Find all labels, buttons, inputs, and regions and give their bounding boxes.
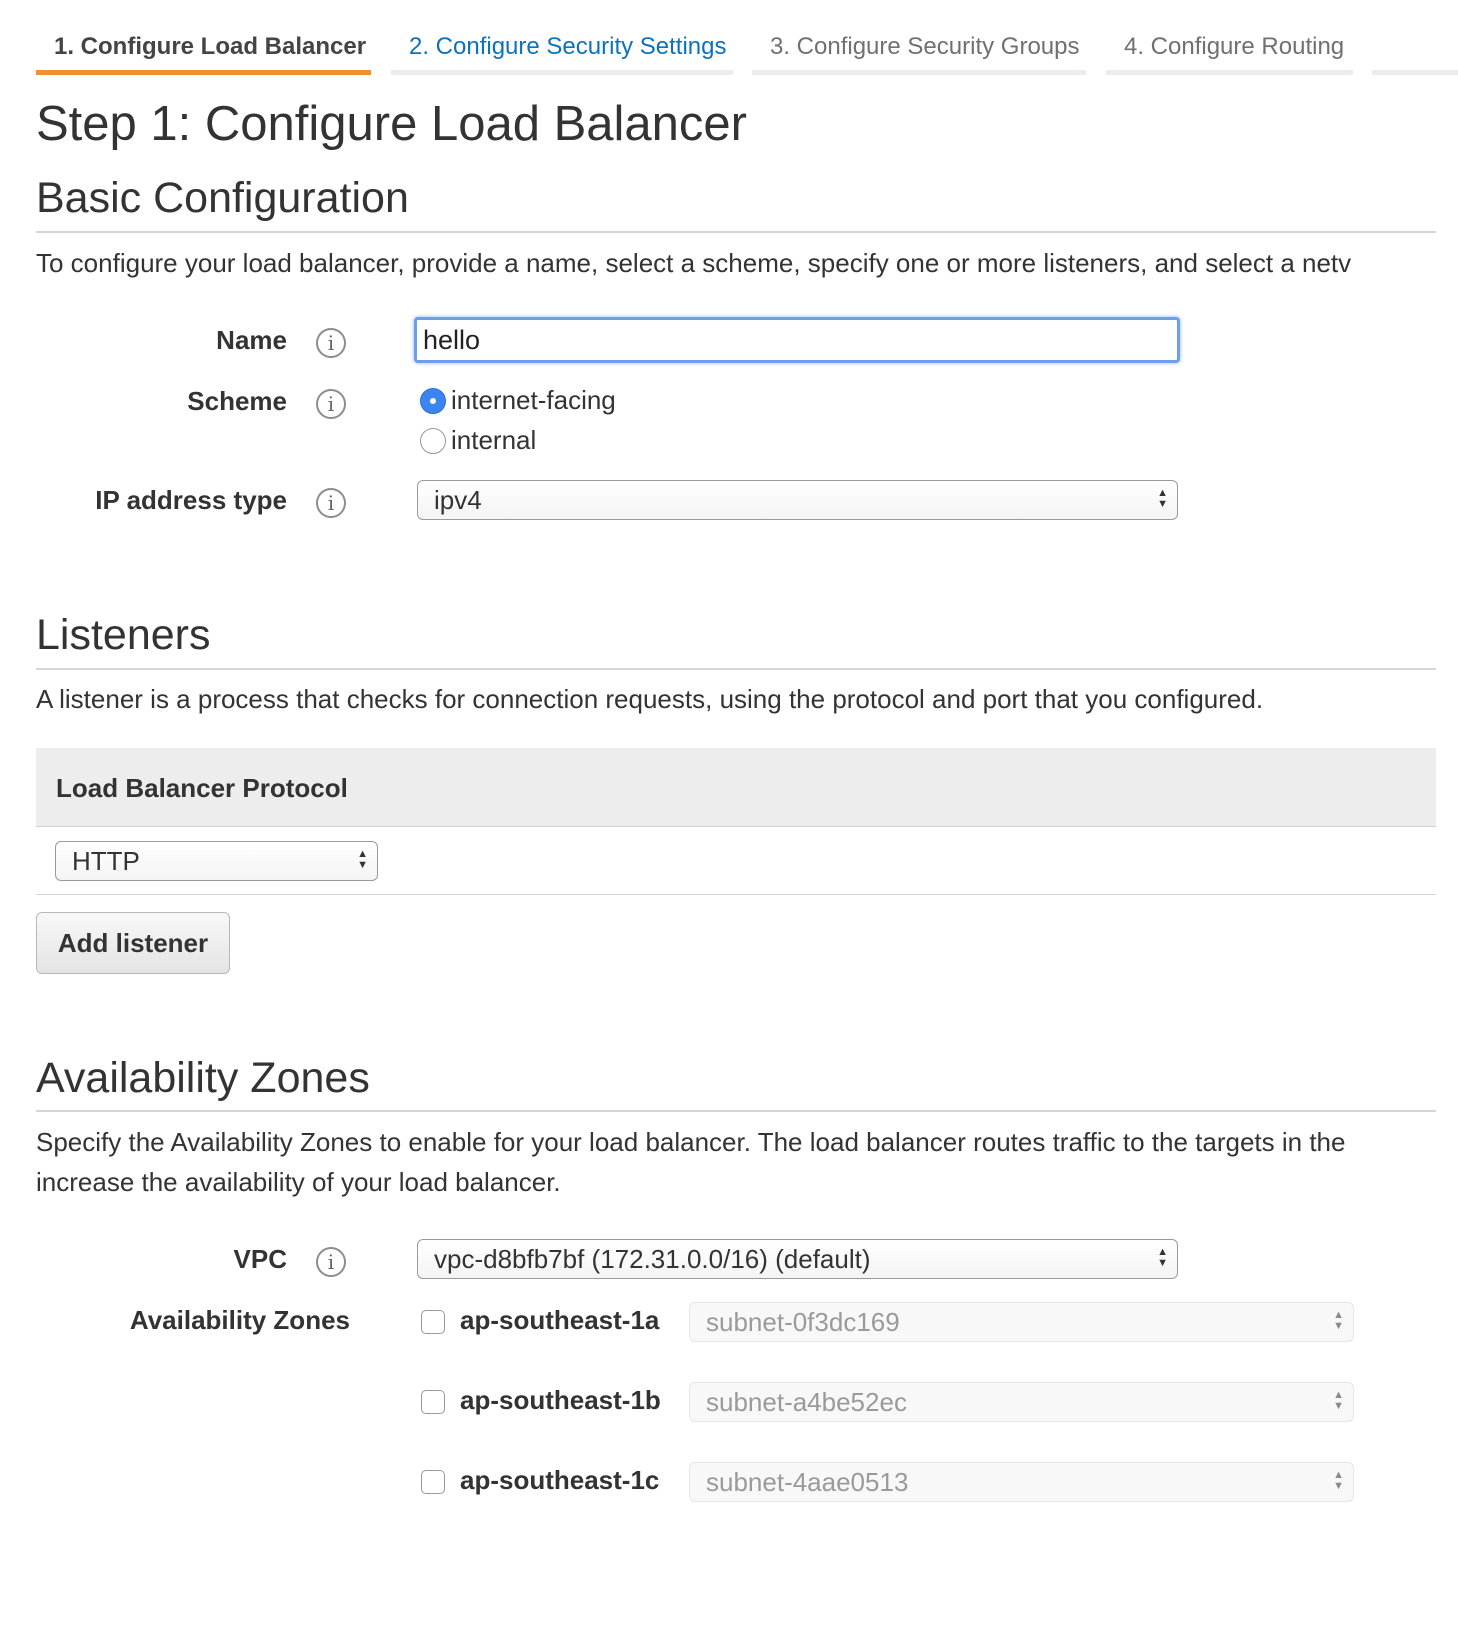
tab-indicator (391, 70, 733, 75)
subnet-select[interactable]: subnet-a4be52ec ▲ ▼ (689, 1382, 1354, 1422)
tab-indicator (1372, 70, 1458, 75)
up-down-arrows-icon: ▲ ▼ (1333, 1309, 1344, 1332)
tab-label: 3. Configure Security Groups (770, 33, 1080, 60)
listeners-heading: Listeners (36, 611, 211, 659)
zone-checkbox[interactable] (421, 1390, 445, 1414)
basic-configuration-description: To configure your load balancer, provide… (36, 248, 1352, 278)
basic-configuration-heading: Basic Configuration (36, 174, 409, 222)
tab-label: 1. Configure Load Balancer (54, 33, 367, 60)
tab-label: 2. Configure Security Settings (409, 33, 727, 60)
tab-configure-security-groups[interactable]: 3. Configure Security Groups (752, 0, 1086, 76)
ip-address-type-select[interactable]: ipv4 ▲ ▼ (417, 480, 1178, 520)
select-value: subnet-a4be52ec (706, 1387, 907, 1417)
tab-label: 4. Configure Routing (1124, 33, 1345, 60)
page-title: Step 1: Configure Load Balancer (36, 97, 747, 151)
zone-name: ap-southeast-1c (460, 1465, 660, 1495)
select-value: ipv4 (434, 485, 482, 515)
select-value: HTTP (72, 846, 140, 876)
table-row-divider (36, 894, 1436, 895)
listeners-description: A listener is a process that checks for … (36, 684, 1264, 714)
zone-name: ap-southeast-1a (460, 1305, 660, 1335)
select-value: subnet-4aae0513 (706, 1467, 909, 1497)
up-down-arrows-icon: ▲ ▼ (1157, 1246, 1168, 1269)
subnet-select[interactable]: subnet-0f3dc169 ▲ ▼ (689, 1302, 1354, 1342)
select-value: vpc-d8bfb7bf (172.31.0.0/16) (default) (434, 1244, 871, 1274)
scheme-label: Scheme (187, 386, 287, 416)
tab-configure-load-balancer[interactable]: 1. Configure Load Balancer (36, 0, 371, 76)
vpc-label: VPC (233, 1244, 287, 1274)
tab-active-indicator (36, 70, 371, 75)
up-down-arrows-icon: ▲ ▼ (1333, 1469, 1344, 1492)
availability-zones-heading: Availability Zones (36, 1054, 370, 1102)
column-header-protocol: Load Balancer Protocol (56, 773, 348, 803)
vpc-select[interactable]: vpc-d8bfb7bf (172.31.0.0/16) (default) ▲… (417, 1239, 1178, 1279)
availability-zones-description-line1: Specify the Availability Zones to enable… (36, 1127, 1346, 1157)
zone-name: ap-southeast-1b (460, 1385, 661, 1415)
info-icon[interactable]: i (316, 1247, 346, 1277)
subnet-select[interactable]: subnet-4aae0513 ▲ ▼ (689, 1462, 1354, 1502)
availability-zones-description-line2: increase the availability of your load b… (36, 1167, 561, 1197)
protocol-select[interactable]: HTTP ▲ ▼ (55, 841, 378, 881)
zone-checkbox[interactable] (421, 1470, 445, 1494)
section-divider (36, 668, 1436, 670)
info-icon[interactable]: i (316, 389, 346, 419)
radio-label: internal (451, 425, 537, 455)
listeners-table-header: Load Balancer Protocol (36, 748, 1436, 827)
radio-button-selected[interactable] (420, 388, 446, 414)
tab-indicator (752, 70, 1086, 75)
ip-address-type-label: IP address type (95, 485, 287, 515)
tab-configure-routing[interactable]: 4. Configure Routing (1106, 0, 1353, 76)
name-input[interactable] (414, 317, 1180, 363)
tab-indicator (1106, 70, 1353, 75)
up-down-arrows-icon: ▲ ▼ (1333, 1389, 1344, 1412)
name-label: Name (216, 325, 287, 355)
availability-zones-label: Availability Zones (129, 1305, 350, 1335)
info-icon[interactable]: i (316, 488, 346, 518)
up-down-arrows-icon: ▲ ▼ (1157, 487, 1168, 510)
add-listener-button[interactable]: Add listener (36, 912, 230, 974)
zone-checkbox[interactable] (421, 1310, 445, 1334)
radio-button[interactable] (420, 428, 446, 454)
tab-next-partial[interactable] (1372, 0, 1458, 76)
select-value: subnet-0f3dc169 (706, 1307, 900, 1337)
tab-configure-security-settings[interactable]: 2. Configure Security Settings (391, 0, 733, 76)
up-down-arrows-icon: ▲ ▼ (357, 848, 368, 871)
radio-label: internet-facing (451, 385, 616, 415)
section-divider (36, 1110, 1436, 1112)
info-icon[interactable]: i (316, 328, 346, 358)
section-divider (36, 231, 1436, 233)
